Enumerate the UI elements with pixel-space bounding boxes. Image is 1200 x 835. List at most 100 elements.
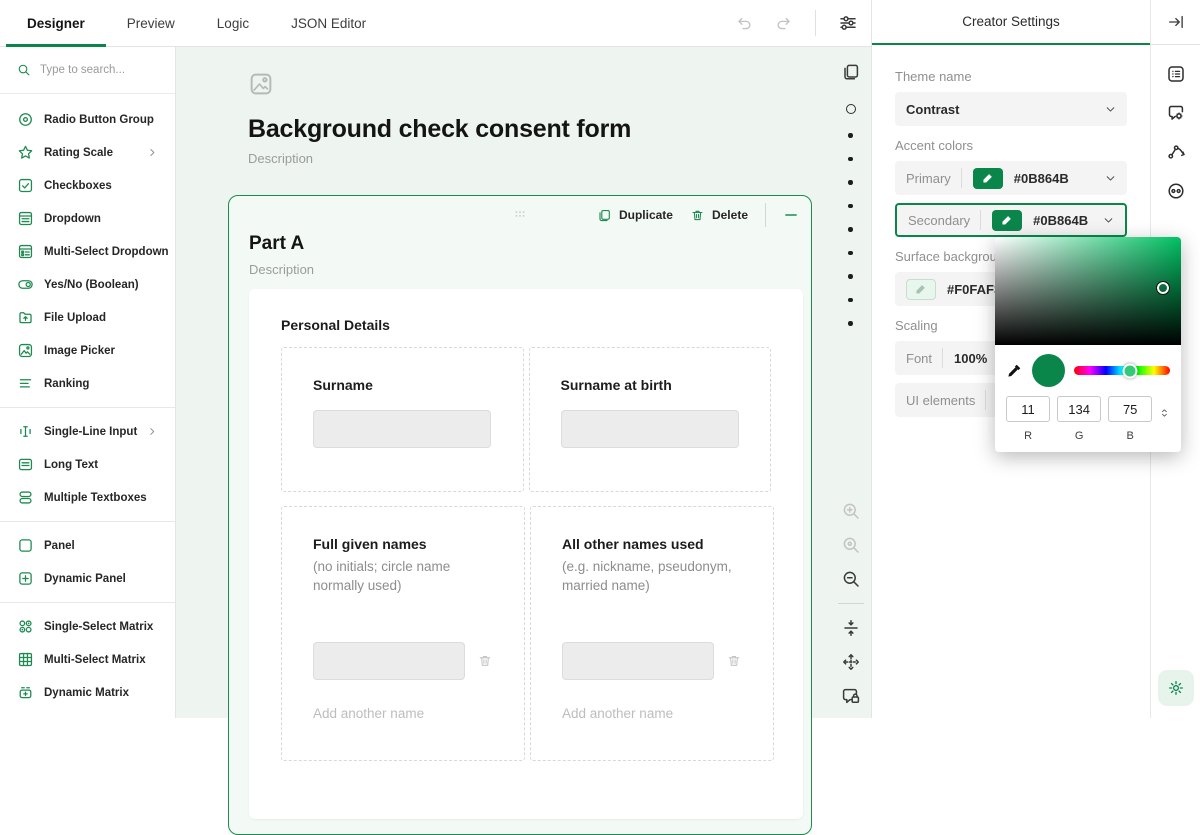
collapse-all-icon[interactable] [841,618,861,638]
chevron-right-icon[interactable] [147,426,158,437]
page-dot[interactable] [848,274,853,279]
secondary-color-row[interactable]: Secondary #0B864B [895,203,1127,237]
panel-part-a[interactable]: Duplicate Delete Part A Description Pers… [228,195,812,835]
locked-comments-icon[interactable] [841,686,861,706]
surface-color-swatch[interactable] [906,279,936,300]
undo-icon[interactable] [735,14,753,32]
logic-flow-icon[interactable] [1166,142,1186,162]
page-dot[interactable] [848,180,853,185]
green-value-input[interactable] [1057,396,1101,422]
hue-slider-handle[interactable] [1122,363,1137,378]
page-dot[interactable] [848,251,853,256]
panel-description[interactable]: Description [249,262,811,277]
collapse-panel-arrow-icon[interactable] [1167,13,1185,31]
toolbox-item-dropdown[interactable]: Dropdown [0,202,175,235]
question-title: All other names used [562,536,742,552]
duplicate-button[interactable]: Duplicate [597,208,673,223]
property-grid-icon[interactable] [1166,103,1186,123]
page-navigator [830,47,871,718]
toolbox-item-single-line-input[interactable]: Single-Line Input [0,415,175,448]
toolbox-item-radio-button-group[interactable]: Radio Button Group [0,103,175,136]
primary-color-row[interactable]: Primary #0B864B [895,161,1127,195]
saturation-cursor[interactable] [1157,282,1169,294]
primary-color-swatch[interactable] [973,168,1003,189]
settings-sliders-icon[interactable] [838,13,858,33]
question-surname-at-birth[interactable]: Surname at birth [529,347,772,492]
tab-logic[interactable]: Logic [196,0,270,46]
question-all-other-names[interactable]: All other names used (e.g. nickname, pse… [530,506,774,761]
checkboxes-icon [17,177,34,194]
tab-designer[interactable]: Designer [6,0,106,46]
remove-item-icon[interactable] [726,653,742,669]
hue-slider[interactable] [1074,366,1170,375]
survey-settings-icon[interactable] [1166,64,1186,84]
toolbox-item-dynamic-panel[interactable]: Dynamic Panel [0,562,175,595]
remove-item-icon[interactable] [477,653,493,669]
text-input[interactable] [313,410,491,448]
choices-icon[interactable] [1166,181,1186,201]
red-value-input[interactable] [1006,396,1050,422]
page-dot[interactable] [848,298,853,303]
add-another-link[interactable]: Add another name [313,706,493,721]
question-full-given-names[interactable]: Full given names (no initials; circle na… [281,506,525,761]
page-dot[interactable] [848,204,853,209]
delete-button[interactable]: Delete [690,208,748,223]
toolbox-item-file-upload[interactable]: File Upload [0,301,175,334]
current-page-indicator[interactable] [846,104,856,114]
form-title[interactable]: Background check consent form [248,115,631,144]
form-description[interactable]: Description [248,151,631,166]
toolbox-item-boolean[interactable]: Yes/No (Boolean) [0,268,175,301]
tab-json-editor[interactable]: JSON Editor [270,0,387,46]
primary-color-hex[interactable]: #0B864B [1014,171,1069,186]
zoom-in-icon[interactable] [841,501,861,521]
expand-surface-icon[interactable] [841,652,861,672]
text-input[interactable] [561,410,739,448]
toolbox-item-rating-scale[interactable]: Rating Scale [0,136,175,169]
question-surname[interactable]: Surname [281,347,524,492]
font-scale-value[interactable]: 100% [954,351,987,366]
toolbox-group-divider [0,407,175,408]
page-dot[interactable] [848,157,853,162]
toolbox-search[interactable]: Type to search... [0,47,175,94]
eyedropper-icon[interactable] [1006,362,1023,379]
toolbox-item-checkboxes[interactable]: Checkboxes [0,169,175,202]
long-text-icon [17,456,34,473]
zoom-reset-icon[interactable] [841,535,861,555]
drag-handle-icon[interactable] [509,206,531,222]
toolbox-item-panel[interactable]: Panel [0,529,175,562]
toolbox-item-multi-select-matrix[interactable]: Multi-Select Matrix [0,643,175,676]
toolbox-item-long-text[interactable]: Long Text [0,448,175,481]
chevron-right-icon[interactable] [147,147,158,158]
theme-name-select[interactable]: Contrast [895,92,1127,126]
toolbox-item-multiple-textboxes[interactable]: Multiple Textboxes [0,481,175,514]
collapse-panel-icon[interactable] [783,207,799,223]
text-input[interactable] [562,642,714,680]
text-input[interactable] [313,642,465,680]
toolbox-item-multi-select-dropdown[interactable]: Multi-Select Dropdown [0,235,175,268]
pages-icon[interactable] [841,62,861,82]
toolbox-item-image-picker[interactable]: Image Picker [0,334,175,367]
toolbox-item-ranking[interactable]: Ranking [0,367,175,400]
blue-value-input[interactable] [1108,396,1152,422]
question-title: Surname [313,377,492,393]
color-format-toggle-icon[interactable] [1159,402,1170,424]
add-another-link[interactable]: Add another name [562,706,742,721]
toolbox-item-dynamic-matrix[interactable]: Dynamic Matrix [0,676,175,709]
panel-title[interactable]: Part A [249,233,811,255]
surface-color-hex[interactable]: #F0FAF3 [947,282,1001,297]
secondary-color-swatch[interactable] [992,210,1022,231]
page-dot[interactable] [848,227,853,232]
zoom-out-icon[interactable] [841,569,861,589]
tab-preview[interactable]: Preview [106,0,196,46]
toolbox-list: Radio Button Group Rating Scale Checkbox… [0,94,175,709]
redo-icon[interactable] [775,14,793,32]
saturation-gradient-area[interactable] [995,237,1181,345]
blue-label: B [1108,430,1152,442]
toolbox-item-single-select-matrix[interactable]: Single-Select Matrix [0,610,175,643]
secondary-color-hex[interactable]: #0B864B [1033,213,1088,228]
logo-placeholder-icon[interactable] [248,71,274,97]
theme-settings-button[interactable] [1158,670,1194,706]
page-dot[interactable] [848,321,853,326]
gear-icon [1167,679,1185,697]
page-dot[interactable] [848,133,853,138]
